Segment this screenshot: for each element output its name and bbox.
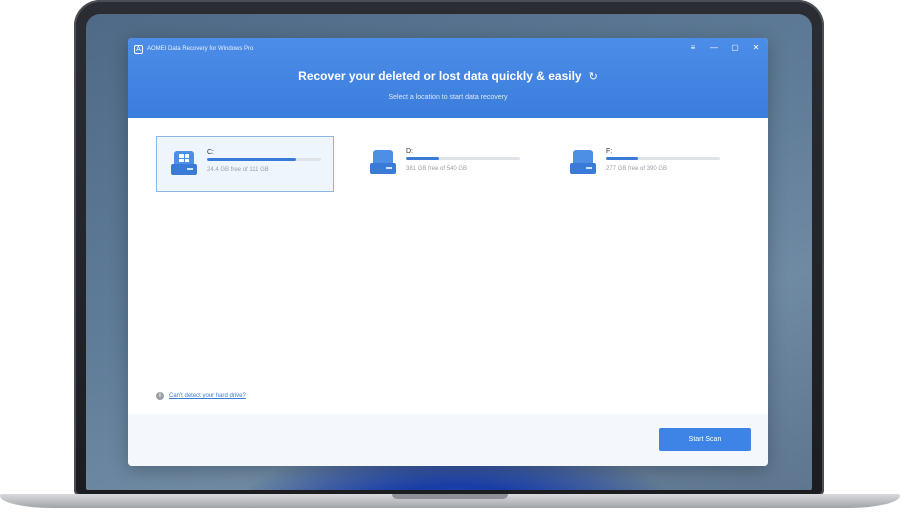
- cant-detect-drive-link[interactable]: Can't detect your hard drive?: [169, 393, 246, 399]
- drive-usage-bar: [406, 157, 520, 160]
- minimize-icon[interactable]: —: [710, 42, 718, 52]
- titlebar: A AOMEI Data Recovery for Windows Pro: [134, 42, 253, 56]
- window-controls: ≡ — ▢ ✕: [689, 42, 760, 52]
- drive-card-c[interactable]: C: 24.4 GB free of 111 GB: [156, 136, 334, 192]
- close-icon[interactable]: ✕: [752, 42, 760, 52]
- drive-letter: D:: [406, 148, 413, 155]
- refresh-icon[interactable]: ↻: [589, 70, 598, 83]
- app-header: A AOMEI Data Recovery for Windows Pro ≡ …: [128, 38, 768, 118]
- app-window: A AOMEI Data Recovery for Windows Pro ≡ …: [128, 38, 768, 466]
- menu-icon[interactable]: ≡: [689, 42, 697, 52]
- footer-bar: Start Scan: [128, 414, 768, 466]
- maximize-icon[interactable]: ▢: [731, 42, 739, 52]
- laptop-notch: [392, 494, 508, 499]
- start-scan-button[interactable]: Start Scan: [659, 428, 751, 451]
- drive-usage-fill: [606, 157, 638, 160]
- drive-usage-fill: [406, 157, 440, 160]
- hard-drive-icon: [171, 151, 197, 175]
- hard-drive-icon: [570, 150, 596, 174]
- app-logo-icon: A: [134, 44, 143, 54]
- help-row: i Can't detect your hard drive?: [156, 392, 246, 400]
- drive-free-space: 277 GB free of 390 GB: [606, 166, 668, 172]
- drive-usage-bar: [606, 157, 720, 160]
- info-icon: i: [156, 392, 164, 400]
- drive-letter: C:: [207, 149, 214, 156]
- headline-row: Recover your deleted or lost data quickl…: [128, 69, 768, 83]
- drive-free-space: 381 GB free of 540 GB: [406, 166, 468, 172]
- page-title: Recover your deleted or lost data quickl…: [298, 69, 582, 83]
- drive-usage-fill: [207, 158, 296, 161]
- page-subtitle: Select a location to start data recovery: [388, 94, 508, 101]
- app-title: AOMEI Data Recovery for Windows Pro: [147, 46, 254, 52]
- drive-letter: F:: [606, 148, 613, 155]
- drive-card-f[interactable]: F: 277 GB free of 390 GB: [556, 136, 734, 192]
- drive-usage-bar: [207, 158, 321, 161]
- drive-card-d[interactable]: D: 381 GB free of 540 GB: [356, 136, 534, 192]
- drive-free-space: 24.4 GB free of 111 GB: [207, 167, 269, 173]
- hard-drive-icon: [370, 150, 396, 174]
